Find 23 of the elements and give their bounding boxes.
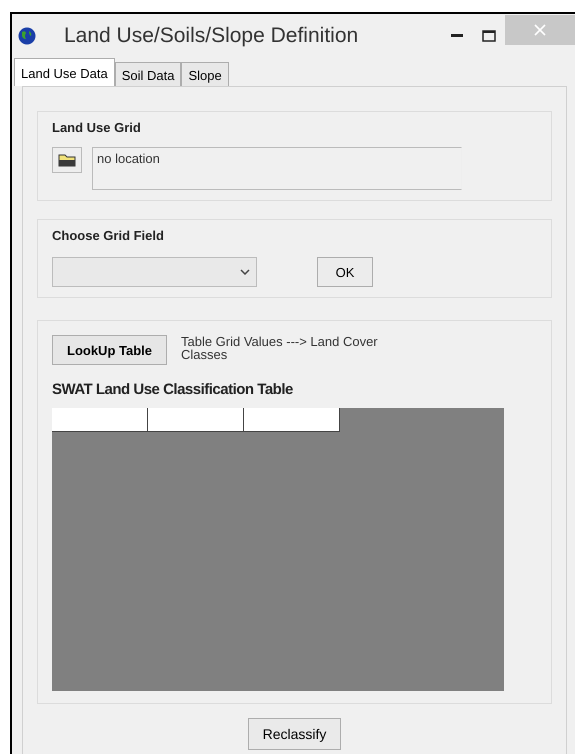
folder-icon [58,153,76,167]
lookup-table-button[interactable]: LookUp Table [52,335,167,365]
column-header[interactable] [148,408,244,432]
ok-button[interactable]: OK [317,257,373,287]
window-title: Land Use/Soils/Slope Definition [64,24,360,48]
column-header[interactable] [244,408,340,432]
tab[interactable]: Soil Data [114,62,182,86]
reclassify-button[interactable]: Reclassify [248,718,342,750]
tab[interactable]: Land Use Data [14,58,115,86]
maximize-icon [482,30,496,42]
chevron-down-icon [240,269,250,275]
open-folder-button[interactable] [52,147,82,173]
close-icon [534,24,546,36]
location-field: no location [92,147,462,190]
globe-icon [18,27,36,45]
group-title: Choose Grid Field [52,228,165,243]
tab[interactable]: Slope [181,62,229,86]
table-title: SWAT Land Use Classification Table [52,381,294,398]
lookup-note: Table Grid Values ---> Land Cover Classes [180,335,379,361]
group-title: Land Use Grid [52,120,142,135]
column-header[interactable] [52,408,148,432]
minimize-icon [451,34,463,38]
grid-field-dropdown[interactable] [52,257,257,287]
